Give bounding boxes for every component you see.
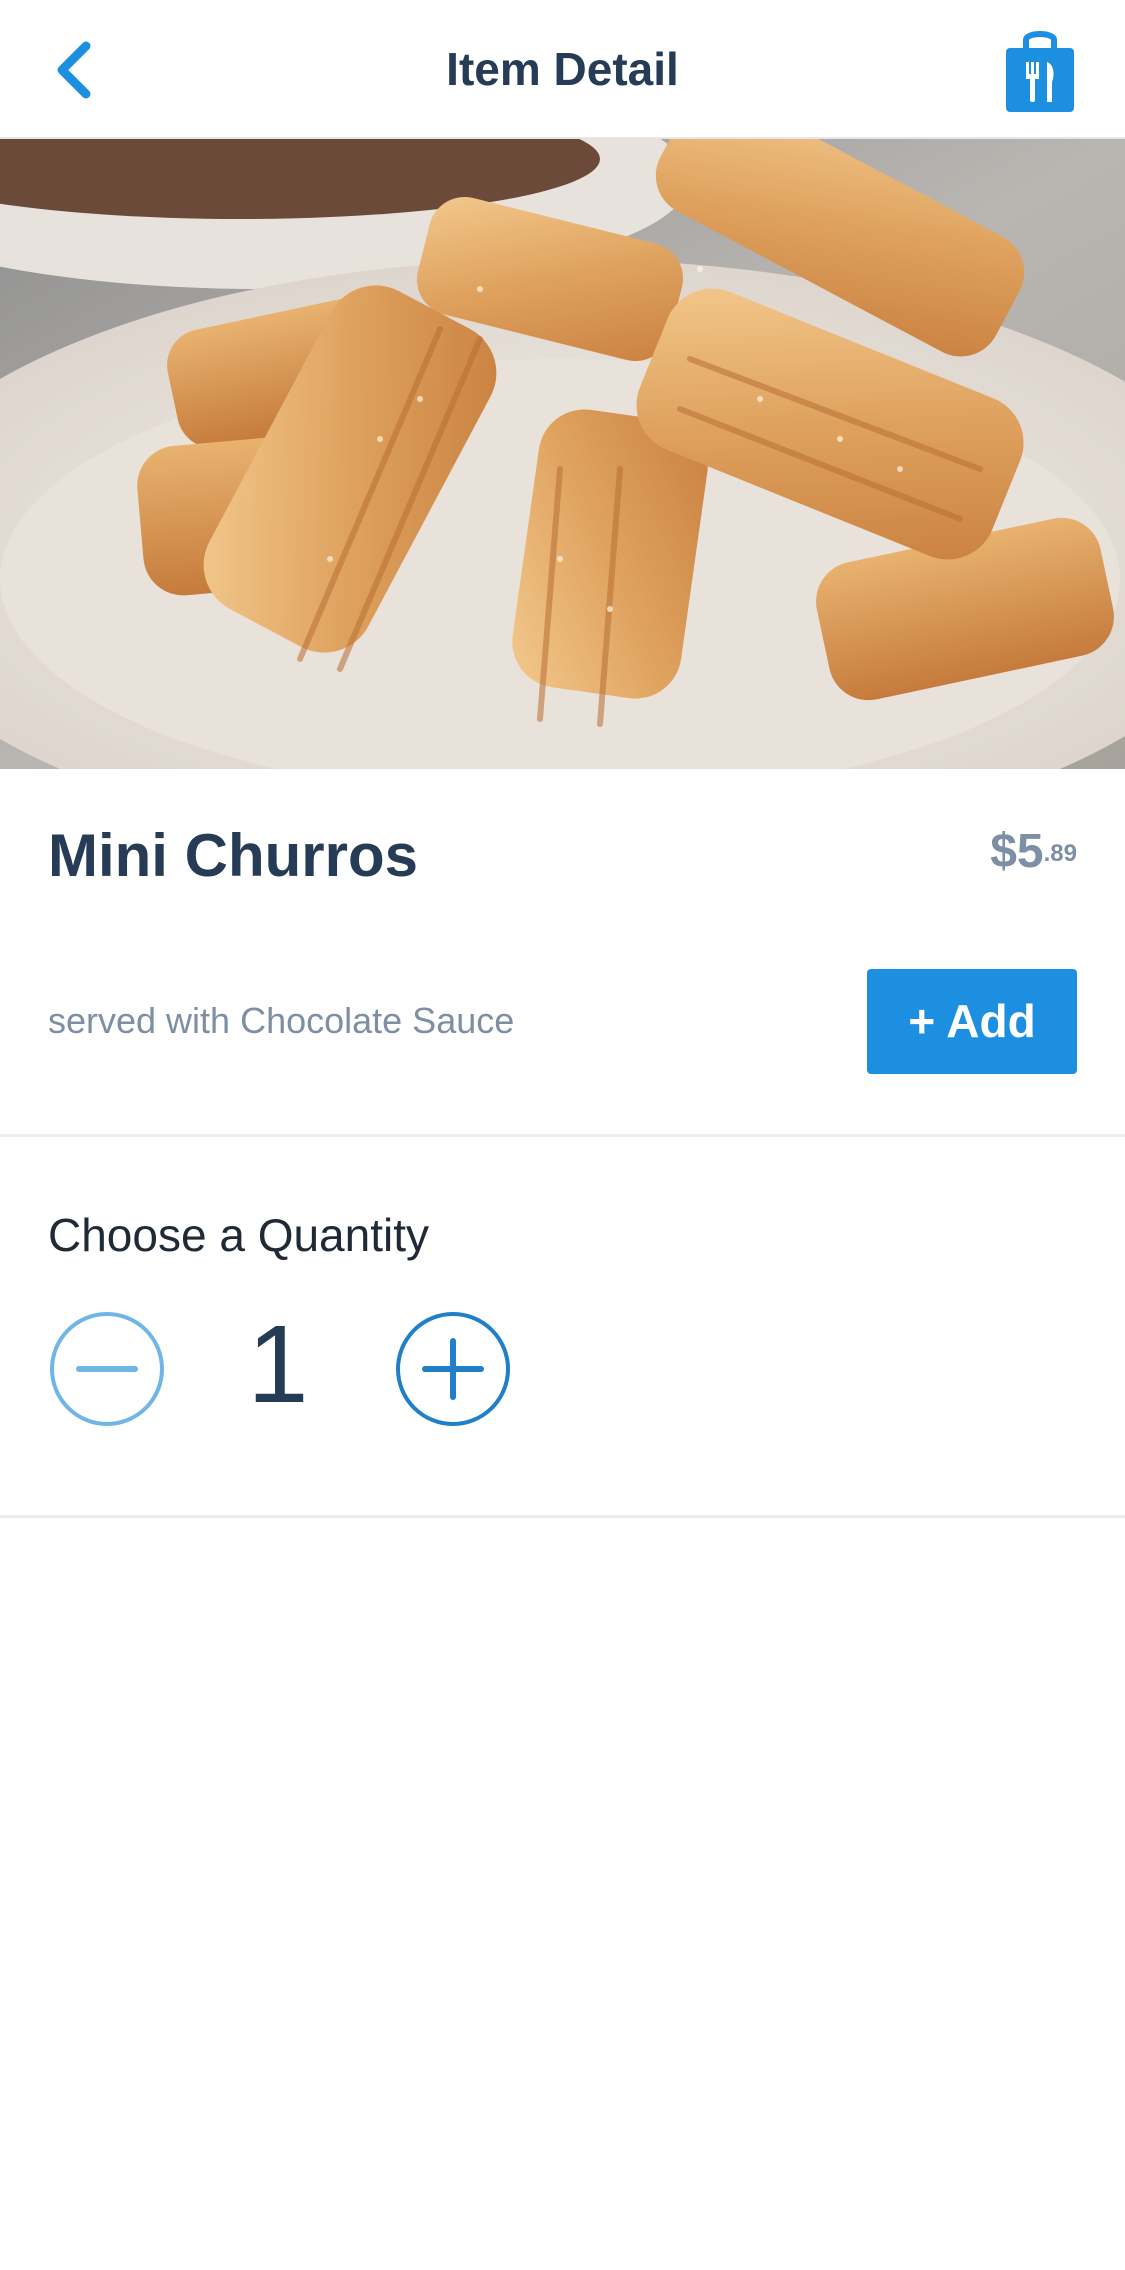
minus-circle-icon: [50, 1312, 164, 1426]
increase-quantity-button[interactable]: [394, 1310, 512, 1428]
cart-button[interactable]: [1000, 26, 1080, 116]
item-photo: [0, 139, 1125, 769]
decrease-quantity-button[interactable]: [48, 1310, 166, 1428]
item-name: Mini Churros: [48, 822, 418, 889]
item-price: $5.89: [990, 822, 1077, 893]
churros-image: [0, 139, 1125, 769]
add-button[interactable]: + Add: [867, 969, 1077, 1074]
quantity-label: Choose a Quantity: [48, 1209, 430, 1261]
price-currency: $: [990, 825, 1017, 878]
top-nav-bar: Item Detail: [0, 0, 1125, 139]
quantity-value: 1: [247, 1303, 309, 1426]
price-dollars: 5: [1016, 825, 1044, 878]
price-cents: .89: [1043, 840, 1077, 867]
divider: [0, 1515, 1125, 1518]
plus-circle-icon: [396, 1312, 510, 1426]
divider: [0, 1134, 1125, 1137]
page-title: Item Detail: [446, 43, 679, 95]
item-description: served with Chocolate Sauce: [48, 1000, 515, 1041]
shopping-bag-utensils-icon: [1006, 31, 1074, 112]
